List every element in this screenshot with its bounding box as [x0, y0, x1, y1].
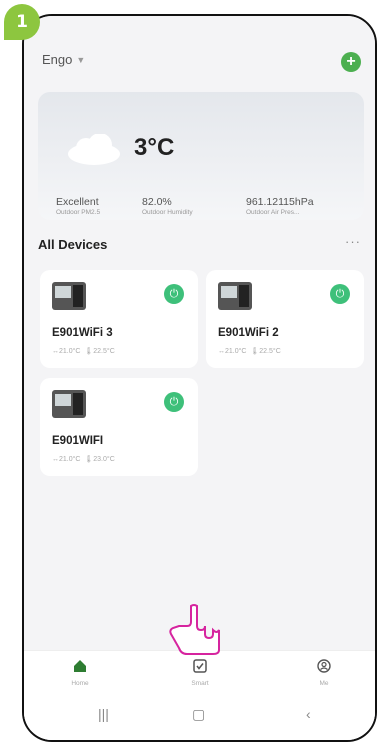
home-nav-icon[interactable]: ▢	[192, 706, 205, 723]
power-button[interactable]: ⏻	[164, 392, 184, 412]
tab-home[interactable]: Home	[50, 657, 110, 687]
pm25-value: Excellent	[56, 196, 99, 208]
recent-apps-icon[interactable]: |||	[98, 706, 109, 722]
home-icon	[50, 657, 110, 675]
pointing-hand-icon	[169, 604, 220, 655]
weather-card[interactable]: 3°C Excellent Outdoor PM2.5 82.0% Outdoo…	[38, 92, 364, 220]
tab-label: Home	[71, 680, 89, 687]
tab-label: Smart	[191, 680, 209, 687]
humidity-value: 82.0%	[142, 196, 172, 208]
pressure-label: Outdoor Air Pres...	[246, 209, 300, 216]
phone-frame: Engo ▼ + 3°C Excellent Outdoor PM2.5 82.…	[22, 14, 377, 742]
more-options-icon[interactable]: ···	[345, 234, 361, 249]
thermostat-icon	[218, 282, 252, 310]
power-button[interactable]: ⏻	[164, 284, 184, 304]
pm25-label: Outdoor PM2.5	[56, 209, 101, 216]
add-device-button[interactable]: +	[341, 52, 361, 72]
plus-circle-icon: +	[346, 53, 356, 70]
pressure-stat: 961.12115hPa Outdoor Air Pres...	[246, 196, 314, 216]
device-name: E901WIFI	[52, 435, 104, 447]
pressure-value: 961.12115hPa	[246, 196, 314, 208]
device-temps: ↔21.0°C 🌡22.5°C	[218, 348, 281, 355]
section-title: All Devices	[38, 237, 108, 252]
outdoor-temperature: 3°C	[134, 134, 175, 161]
step-badge: 1	[4, 4, 40, 40]
back-icon[interactable]: ‹	[306, 706, 311, 722]
device-card[interactable]: ⏻ E901WIFI ↔21.0°C 🌡23.0°C	[40, 378, 198, 476]
top-bar: Engo ▼ +	[42, 52, 361, 74]
tab-me[interactable]: Me	[294, 657, 354, 687]
home-name: Engo	[42, 52, 73, 67]
power-icon: ⏻	[169, 287, 179, 300]
device-temps: ↔21.0°C 🌡22.5°C	[52, 348, 115, 355]
app-screen: Engo ▼ + 3°C Excellent Outdoor PM2.5 82.…	[24, 16, 375, 740]
humidity-stat: 82.0% Outdoor Humidity	[142, 196, 193, 216]
thermostat-icon	[52, 282, 86, 310]
all-devices-header: All Devices ···	[38, 234, 361, 256]
pm25-stat: Excellent Outdoor PM2.5	[56, 196, 100, 216]
user-circle-icon	[294, 657, 354, 675]
tab-label: Me	[319, 680, 329, 687]
device-temps: ↔21.0°C 🌡23.0°C	[52, 456, 115, 463]
device-card[interactable]: ⏻ E901WiFi 2 ↔21.0°C 🌡22.5°C	[206, 270, 364, 368]
humidity-label: Outdoor Humidity	[142, 209, 193, 216]
power-button[interactable]: ⏻	[330, 284, 350, 304]
thermostat-icon	[52, 390, 86, 418]
home-selector[interactable]: Engo ▼	[42, 52, 85, 67]
device-name: E901WiFi 2	[218, 327, 279, 339]
cloud-icon	[68, 134, 120, 165]
system-nav-bar: ||| ▢ ‹	[24, 696, 375, 740]
device-card[interactable]: ⏻ E901WiFi 3 ↔21.0°C 🌡22.5°C	[40, 270, 198, 368]
chevron-down-icon: ▼	[76, 54, 86, 65]
power-icon: ⏻	[335, 287, 345, 300]
power-icon: ⏻	[169, 395, 179, 408]
device-name: E901WiFi 3	[52, 327, 113, 339]
